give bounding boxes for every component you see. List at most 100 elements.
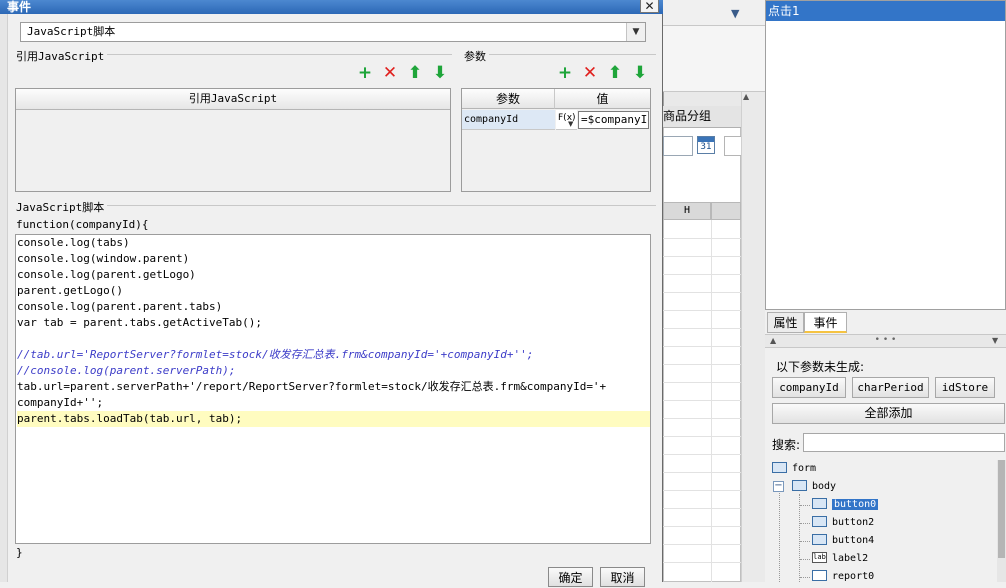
column-header[interactable]: H <box>663 202 711 220</box>
referenced-js-column-header[interactable]: 引用JavaScript <box>16 89 450 110</box>
tree-node-button2[interactable]: button2 <box>812 515 874 531</box>
grid-line <box>663 526 741 527</box>
code-line: companyId+''; <box>17 396 104 409</box>
event-type-select[interactable]: JavaScript脚本 <box>20 22 646 42</box>
grid-line <box>663 454 741 455</box>
grid-line <box>663 562 741 563</box>
code-editor[interactable]: console.log(tabs) console.log(window.par… <box>15 234 651 544</box>
param-button-idstore[interactable]: idStore <box>935 377 995 398</box>
grid-line <box>663 256 741 257</box>
section-divider <box>464 54 656 55</box>
delete-icon[interactable]: ✕ <box>381 64 399 82</box>
tree-scrollbar-thumb[interactable] <box>998 460 1005 558</box>
vertical-scrollbar[interactable] <box>741 92 765 582</box>
referenced-js-title: 引用JavaScript <box>16 48 108 64</box>
tree-guide-line <box>779 482 780 582</box>
form-icon <box>772 461 787 473</box>
grid-line <box>663 400 741 401</box>
tree-guide-line <box>800 541 810 542</box>
delete-icon[interactable]: ✕ <box>581 64 599 82</box>
tab-properties[interactable]: 属性 <box>767 312 804 333</box>
params-header-value[interactable]: 值 <box>555 89 650 109</box>
tree-node-button0[interactable]: button0 <box>812 497 879 513</box>
ok-button[interactable]: 确定 <box>548 567 593 587</box>
add-icon[interactable]: + <box>556 64 574 82</box>
splitter-handle[interactable]: • • • <box>765 334 1006 348</box>
code-line: var tab = parent.tabs.getActiveTab(); <box>17 316 263 329</box>
button-icon <box>812 533 827 545</box>
dialog-left-edge <box>0 14 8 582</box>
button-icon <box>812 515 827 527</box>
search-input[interactable] <box>803 433 1005 452</box>
button-icon <box>812 497 827 509</box>
filter-icon[interactable]: ▼ <box>731 7 745 20</box>
grid-line <box>663 292 741 293</box>
tree-node-label2[interactable]: lab label2 <box>812 551 868 567</box>
code-line-comment: //tab.url='ReportServer?formlet=stock/收发… <box>17 348 534 361</box>
param-button-companyid[interactable]: companyId <box>772 377 846 398</box>
search-label: 搜索: <box>772 438 801 452</box>
tree-guide-line <box>800 559 810 560</box>
move-down-icon[interactable]: ⬇ <box>631 64 649 82</box>
body-icon <box>792 479 807 491</box>
chevron-down-icon[interactable]: ▼ <box>568 120 573 128</box>
column-header-next[interactable] <box>711 202 741 220</box>
tree-node-label: label2 <box>832 553 869 564</box>
grid-line <box>663 238 741 239</box>
add-icon[interactable]: + <box>356 64 374 82</box>
param-name-cell[interactable]: companyId <box>462 110 555 130</box>
grid-line <box>663 346 741 347</box>
collapse-up-icon[interactable]: ▲ <box>770 336 776 345</box>
function-footer: } <box>16 546 23 559</box>
params-header-name[interactable]: 参数 <box>462 89 555 109</box>
tab-events[interactable]: 事件 <box>804 312 847 333</box>
param-value-input[interactable]: =$companyId <box>578 111 649 129</box>
report-icon <box>812 569 827 581</box>
designer-panel <box>663 26 765 92</box>
tree-node-label: body <box>812 481 837 492</box>
grid-line <box>663 436 741 437</box>
collapse-down-icon[interactable]: ▼ <box>992 336 998 345</box>
tree-guide-line <box>800 523 810 524</box>
event-list <box>765 0 1006 310</box>
date-input[interactable] <box>663 136 693 156</box>
grid-line <box>663 508 741 509</box>
code-line-comment: //console.log(parent.serverPath); <box>17 364 236 377</box>
move-down-icon[interactable]: ⬇ <box>431 64 449 82</box>
cancel-button[interactable]: 取消 <box>600 567 645 587</box>
param-button-charperiod[interactable]: charPeriod <box>852 377 929 398</box>
code-line: tab.url=parent.serverPath+'/report/Repor… <box>17 380 607 393</box>
tree-node-label: form <box>792 463 817 474</box>
formula-icon[interactable]: F(x) <box>556 110 577 130</box>
tree-node-button4[interactable]: button4 <box>812 533 874 549</box>
move-up-icon[interactable]: ⬆ <box>606 64 624 82</box>
chevron-down-icon[interactable]: ▼ <box>626 23 645 41</box>
grid-line <box>663 472 741 473</box>
calendar-icon[interactable]: 31 <box>697 136 715 154</box>
label-icon: lab <box>812 551 827 563</box>
code-line: console.log(parent.parent.tabs) <box>17 300 223 313</box>
tree-node-form[interactable]: form <box>772 461 816 477</box>
add-all-button[interactable]: 全部添加 <box>772 403 1005 424</box>
function-header: function(companyId){ <box>16 218 149 231</box>
scroll-up-icon[interactable]: ▲ <box>743 92 755 104</box>
event-list-item-selected[interactable]: 点击1 <box>766 1 1005 21</box>
code-line: console.log(tabs) <box>17 236 130 249</box>
close-icon[interactable]: ✕ <box>640 0 659 13</box>
tree-node-report0[interactable]: report0 <box>812 569 874 585</box>
dialog-titlebar[interactable] <box>0 0 663 14</box>
grid-line <box>663 544 741 545</box>
category-tab-header[interactable]: 商品分组 <box>663 106 741 128</box>
section-divider <box>16 205 656 206</box>
report-grid <box>663 106 741 582</box>
tree-guide-line <box>800 505 810 506</box>
script-section-title: JavaScript脚本 <box>16 199 108 215</box>
grid-column-line <box>711 220 712 582</box>
designer-top-strip <box>663 0 765 26</box>
tree-guide-line <box>800 577 810 578</box>
grid-line <box>663 418 741 419</box>
move-up-icon[interactable]: ⬆ <box>406 64 424 82</box>
code-line: console.log(window.parent) <box>17 252 190 265</box>
collapse-icon[interactable]: − <box>773 481 784 492</box>
tree-node-body[interactable]: body <box>792 479 836 495</box>
